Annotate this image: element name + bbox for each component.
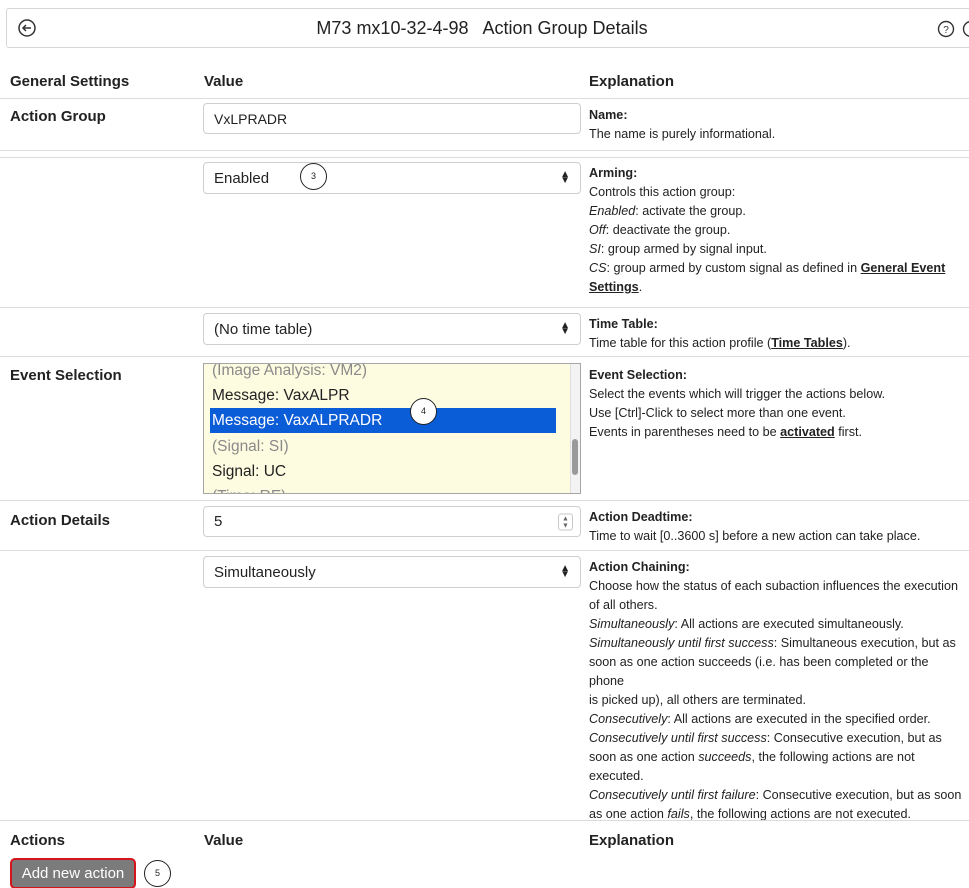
divider xyxy=(0,150,969,151)
action-deadtime-value: 5 xyxy=(214,513,223,530)
divider xyxy=(0,820,969,821)
listbox-scroll-thumb[interactable] xyxy=(572,439,578,475)
event-option-selected[interactable]: Message: VaxALPRADR xyxy=(210,408,556,433)
arming-cs-text: : group armed by custom signal as define… xyxy=(606,261,861,275)
divider xyxy=(0,157,969,158)
arming-enabled-term: Enabled xyxy=(589,204,636,218)
stepper-icon[interactable]: ▲ ▼ xyxy=(558,513,573,530)
time-table-expl-title: Time Table xyxy=(589,317,654,331)
event-option[interactable]: Message: VaxALPR xyxy=(212,383,350,408)
arming-si-term: SI xyxy=(589,242,601,256)
select-arrows-icon: ▲ ▼ xyxy=(560,320,570,337)
activated-link[interactable]: activated xyxy=(780,425,835,439)
event-option[interactable]: Signal: UC xyxy=(212,459,286,484)
event-selection-label: Event Selection xyxy=(10,367,122,384)
event-option[interactable]: (Time: RE) xyxy=(212,484,286,493)
action-deadtime-input[interactable]: 5 ▲ ▼ xyxy=(203,506,581,537)
time-tables-link[interactable]: Time Tables xyxy=(771,336,843,350)
chaining-expl-title: Action Chaining xyxy=(589,560,686,574)
action-chaining-selected-value: Simultaneously xyxy=(214,563,316,581)
arming-off-text: : deactivate the group. xyxy=(605,223,731,237)
time-table-selected-value: (No time table) xyxy=(214,320,313,338)
select-arrows-icon: ▲ ▼ xyxy=(560,169,570,186)
actions-value-header: Value xyxy=(204,832,244,849)
action-group-label: Action Group xyxy=(10,108,106,125)
time-table-explanation: Time Table: Time table for this action p… xyxy=(589,317,851,350)
divider xyxy=(0,500,969,501)
arming-si-text: : group armed by signal input. xyxy=(600,242,767,256)
event-option[interactable]: (Image Analysis: VM2) xyxy=(212,364,367,383)
more-icon[interactable] xyxy=(962,20,969,38)
divider xyxy=(0,307,969,308)
name-expl-title: Name xyxy=(589,108,624,122)
action-chaining-select[interactable]: Simultaneously ▲ ▼ xyxy=(203,556,581,588)
deadtime-expl-text: Time to wait [0..3600 s] before a new ac… xyxy=(589,529,921,543)
svg-text:?: ? xyxy=(943,25,949,36)
arming-enabled-text: : activate the group. xyxy=(635,204,746,218)
chaining-explanation: Action Chaining: Choose how the status o… xyxy=(589,560,962,821)
callout-badge-3: 3 xyxy=(300,163,327,190)
select-arrows-icon: ▲ ▼ xyxy=(560,563,570,580)
add-new-action-button[interactable]: Add new action xyxy=(10,858,136,888)
arming-cs-term: CS xyxy=(589,261,607,275)
callout-badge-4: 4 xyxy=(410,398,437,425)
event-expl-line: Select the events which will trigger the… xyxy=(589,387,886,401)
action-group-name-value: VxLPRADR xyxy=(214,110,288,127)
name-expl-text: The name is purely informational. xyxy=(589,127,776,141)
general-event-settings-link[interactable]: General Event xyxy=(861,261,946,275)
time-table-select[interactable]: (No time table) ▲ ▼ xyxy=(203,313,581,345)
actions-explanation-header: Explanation xyxy=(589,832,675,849)
actions-header: Actions xyxy=(10,832,66,849)
event-selection-explanation: Event Selection: Select the events which… xyxy=(589,366,964,442)
arming-select[interactable]: Enabled ▲ ▼ xyxy=(203,162,581,194)
deadtime-expl-title: Action Deadtime xyxy=(589,510,689,524)
title-bar: M73 mx10-32-4-98 Action Group Details ? xyxy=(6,8,969,48)
event-expl-title: Event Selection xyxy=(589,368,683,382)
general-event-settings-link-cont[interactable]: Settings xyxy=(589,280,639,294)
name-explanation: Name: The name is purely informational. xyxy=(589,106,964,144)
deadtime-explanation: Action Deadtime: Time to wait [0..3600 s… xyxy=(589,508,964,546)
divider xyxy=(0,356,969,357)
time-table-expl-text: Time table for this action profile ( xyxy=(589,336,772,350)
divider xyxy=(0,98,969,99)
general-settings-header: General Settings xyxy=(10,73,130,90)
arming-expl-line: Controls this action group: xyxy=(589,185,736,199)
event-expl-line: Use [Ctrl]-Click to select more than one… xyxy=(589,406,846,420)
action-details-label: Action Details xyxy=(10,512,111,529)
explanation-header: Explanation xyxy=(589,73,675,90)
action-group-name-input[interactable]: VxLPRADR xyxy=(203,103,581,134)
arming-selected-value: Enabled xyxy=(214,169,270,187)
arming-off-term: Off xyxy=(589,223,606,237)
event-option[interactable]: (Signal: SI) xyxy=(212,434,289,459)
help-icon[interactable]: ? xyxy=(937,20,955,38)
value-header: Value xyxy=(204,73,244,90)
divider xyxy=(0,550,969,551)
callout-badge-5: 5 xyxy=(144,860,171,887)
arming-expl-title: Arming xyxy=(589,166,634,180)
page-title: M73 mx10-32-4-98 Action Group Details xyxy=(316,18,648,38)
event-selection-listbox[interactable]: (Image Analysis: VM2) Message: VaxALPR M… xyxy=(203,363,581,494)
arming-explanation: Arming: Controls this action group: Enab… xyxy=(589,164,964,297)
